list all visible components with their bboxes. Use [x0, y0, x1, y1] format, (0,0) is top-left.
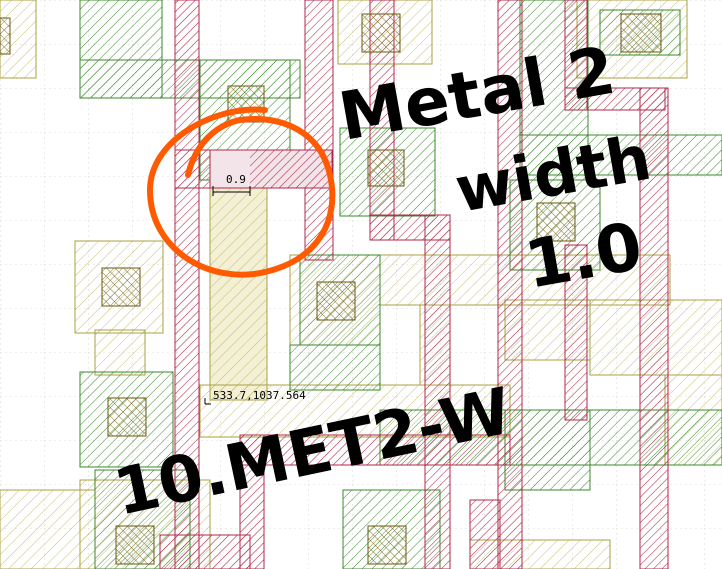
layout-canvas[interactable]: 0.9 533.7,1037.564 Metal 2 width 1.0 10.…	[0, 0, 722, 569]
cursor-readout: 533.7,1037.564	[204, 389, 306, 405]
ruler-label: 0.9	[226, 173, 246, 186]
cursor-coordinates: 533.7,1037.564	[213, 389, 306, 402]
